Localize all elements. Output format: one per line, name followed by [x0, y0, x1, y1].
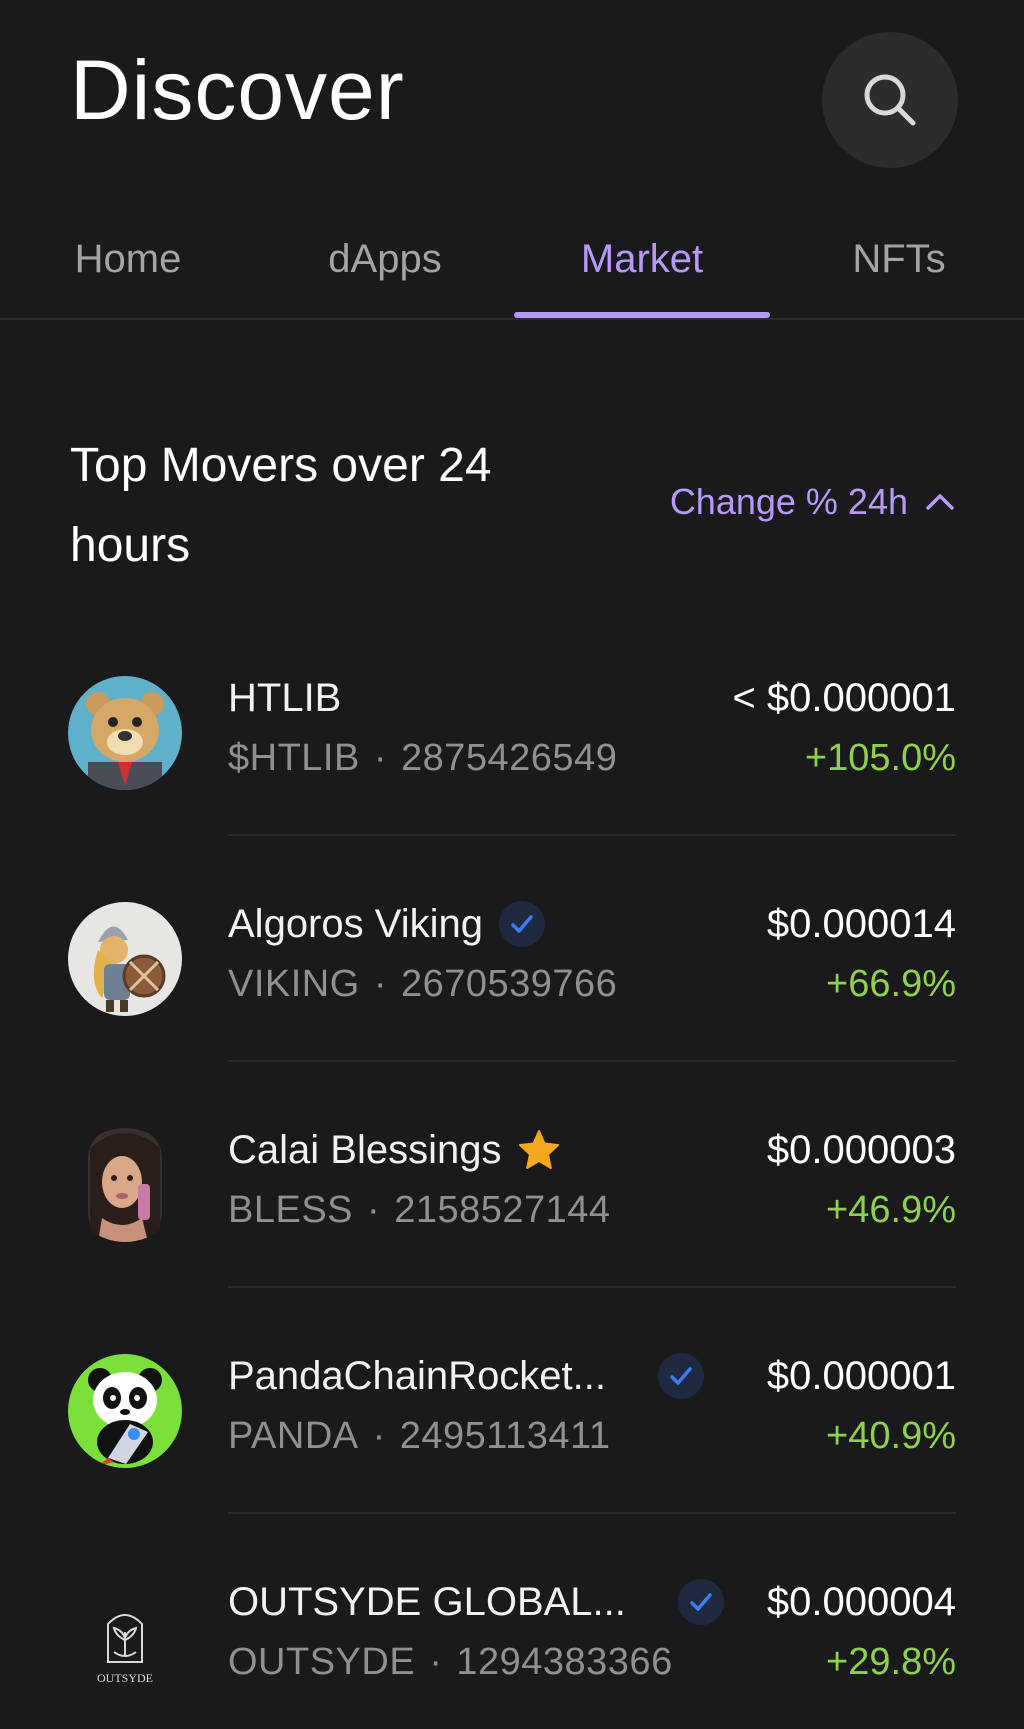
outsyde-logo-text: OUTSYDE — [97, 1671, 153, 1685]
token-name-line: HTLIB — [228, 670, 341, 726]
token-sub-line: $HTLIB · 2875426549 — [228, 730, 617, 786]
token-symbol: $HTLIB — [228, 736, 360, 779]
search-icon — [864, 74, 916, 126]
discover-page: Discover Home dApps Market NFTs Top Move… — [0, 0, 1024, 1729]
tab-bar: Home dApps Market NFTs — [0, 200, 1024, 320]
token-avatar-calai — [68, 1128, 182, 1242]
verified-icon — [677, 1579, 724, 1625]
token-symbol: PANDA — [228, 1414, 359, 1457]
token-change: +105.0% — [804, 737, 956, 779]
token-list: HTLIB $HTLIB · 2875426549 < $0.000001 +1… — [0, 610, 1024, 1729]
token-row[interactable]: OUTSYDE OUTSYDE GLOBAL... OUTSYDE · 1294… — [0, 1514, 1024, 1729]
token-price: $0.000001 — [766, 1354, 956, 1398]
verified-icon — [658, 1353, 705, 1399]
token-id: 1294383366 — [456, 1640, 673, 1683]
token-sub-line: PANDA · 2495113411 — [228, 1408, 610, 1464]
top-movers-header: Top Movers over 24 hours Change % 24h — [0, 410, 1024, 572]
token-name: PandaChainRocket... — [228, 1353, 607, 1398]
token-id: 2158527144 — [394, 1188, 611, 1231]
token-symbol: BLESS — [228, 1188, 354, 1231]
star-icon — [519, 1130, 560, 1169]
token-change: +40.9% — [826, 1415, 956, 1457]
token-sub-line: BLESS · 2158527144 — [228, 1182, 611, 1238]
token-avatar-viking — [68, 902, 182, 1016]
token-name-line: OUTSYDE GLOBAL... — [228, 1574, 724, 1630]
token-id: 2495113411 — [399, 1414, 611, 1457]
token-change: +29.8% — [826, 1641, 956, 1683]
token-symbol: VIKING — [228, 962, 360, 1005]
separator-dot: · — [373, 962, 387, 1005]
page-title: Discover — [70, 43, 405, 137]
chevron-up-icon — [926, 494, 954, 510]
tab-market[interactable]: Market — [514, 224, 770, 294]
verified-icon — [498, 901, 545, 947]
token-price: < $0.000001 — [732, 676, 956, 720]
token-id: 2875426549 — [400, 736, 618, 779]
section-title: Top Movers over 24 hours — [70, 439, 492, 572]
sort-change-button[interactable]: Change % 24h — [670, 472, 958, 532]
token-change: +46.9% — [826, 1189, 956, 1231]
token-price: $0.000003 — [766, 1128, 956, 1172]
tab-nfts[interactable]: NFTs — [771, 224, 1024, 294]
separator-dot: · — [373, 736, 387, 779]
token-price: $0.000004 — [766, 1580, 956, 1624]
token-avatar-outsyde: OUTSYDE — [68, 1580, 182, 1694]
token-change: +66.9% — [826, 963, 956, 1005]
separator-dot: · — [372, 1414, 386, 1457]
sort-label: Change % 24h — [669, 481, 908, 522]
token-sub-line: OUTSYDE · 1294383366 — [228, 1634, 673, 1690]
tab-dapps[interactable]: dApps — [257, 224, 513, 294]
token-name: Algoros Viking — [228, 901, 483, 946]
token-id: 2670539766 — [400, 962, 618, 1005]
token-price: $0.000014 — [766, 902, 956, 946]
separator-dot: · — [367, 1188, 381, 1231]
token-avatar-htlib — [68, 676, 182, 790]
token-name: Calai Blessings — [228, 1127, 502, 1172]
token-row[interactable]: HTLIB $HTLIB · 2875426549 < $0.000001 +1… — [0, 610, 1024, 836]
token-symbol: OUTSYDE — [228, 1640, 416, 1683]
token-name: OUTSYDE GLOBAL... — [228, 1579, 626, 1624]
separator-dot: · — [429, 1640, 443, 1683]
token-row[interactable]: Calai Blessings BLESS · 2158527144 $0.00… — [0, 1062, 1024, 1288]
token-name-line: Algoros Viking — [228, 896, 545, 952]
header: Discover — [0, 0, 1024, 200]
token-name: HTLIB — [228, 675, 342, 720]
token-avatar-panda — [68, 1354, 182, 1468]
token-name-line: Calai Blessings — [228, 1122, 561, 1178]
active-tab-indicator — [514, 312, 770, 318]
token-row[interactable]: PandaChainRocket... PANDA · 2495113411 $… — [0, 1288, 1024, 1514]
tab-home[interactable]: Home — [0, 224, 256, 294]
token-name-line: PandaChainRocket... — [228, 1348, 705, 1404]
search-button[interactable] — [822, 32, 958, 168]
token-sub-line: VIKING · 2670539766 — [228, 956, 617, 1012]
token-row[interactable]: Algoros Viking VIKING · 2670539766 $0.00… — [0, 836, 1024, 1062]
